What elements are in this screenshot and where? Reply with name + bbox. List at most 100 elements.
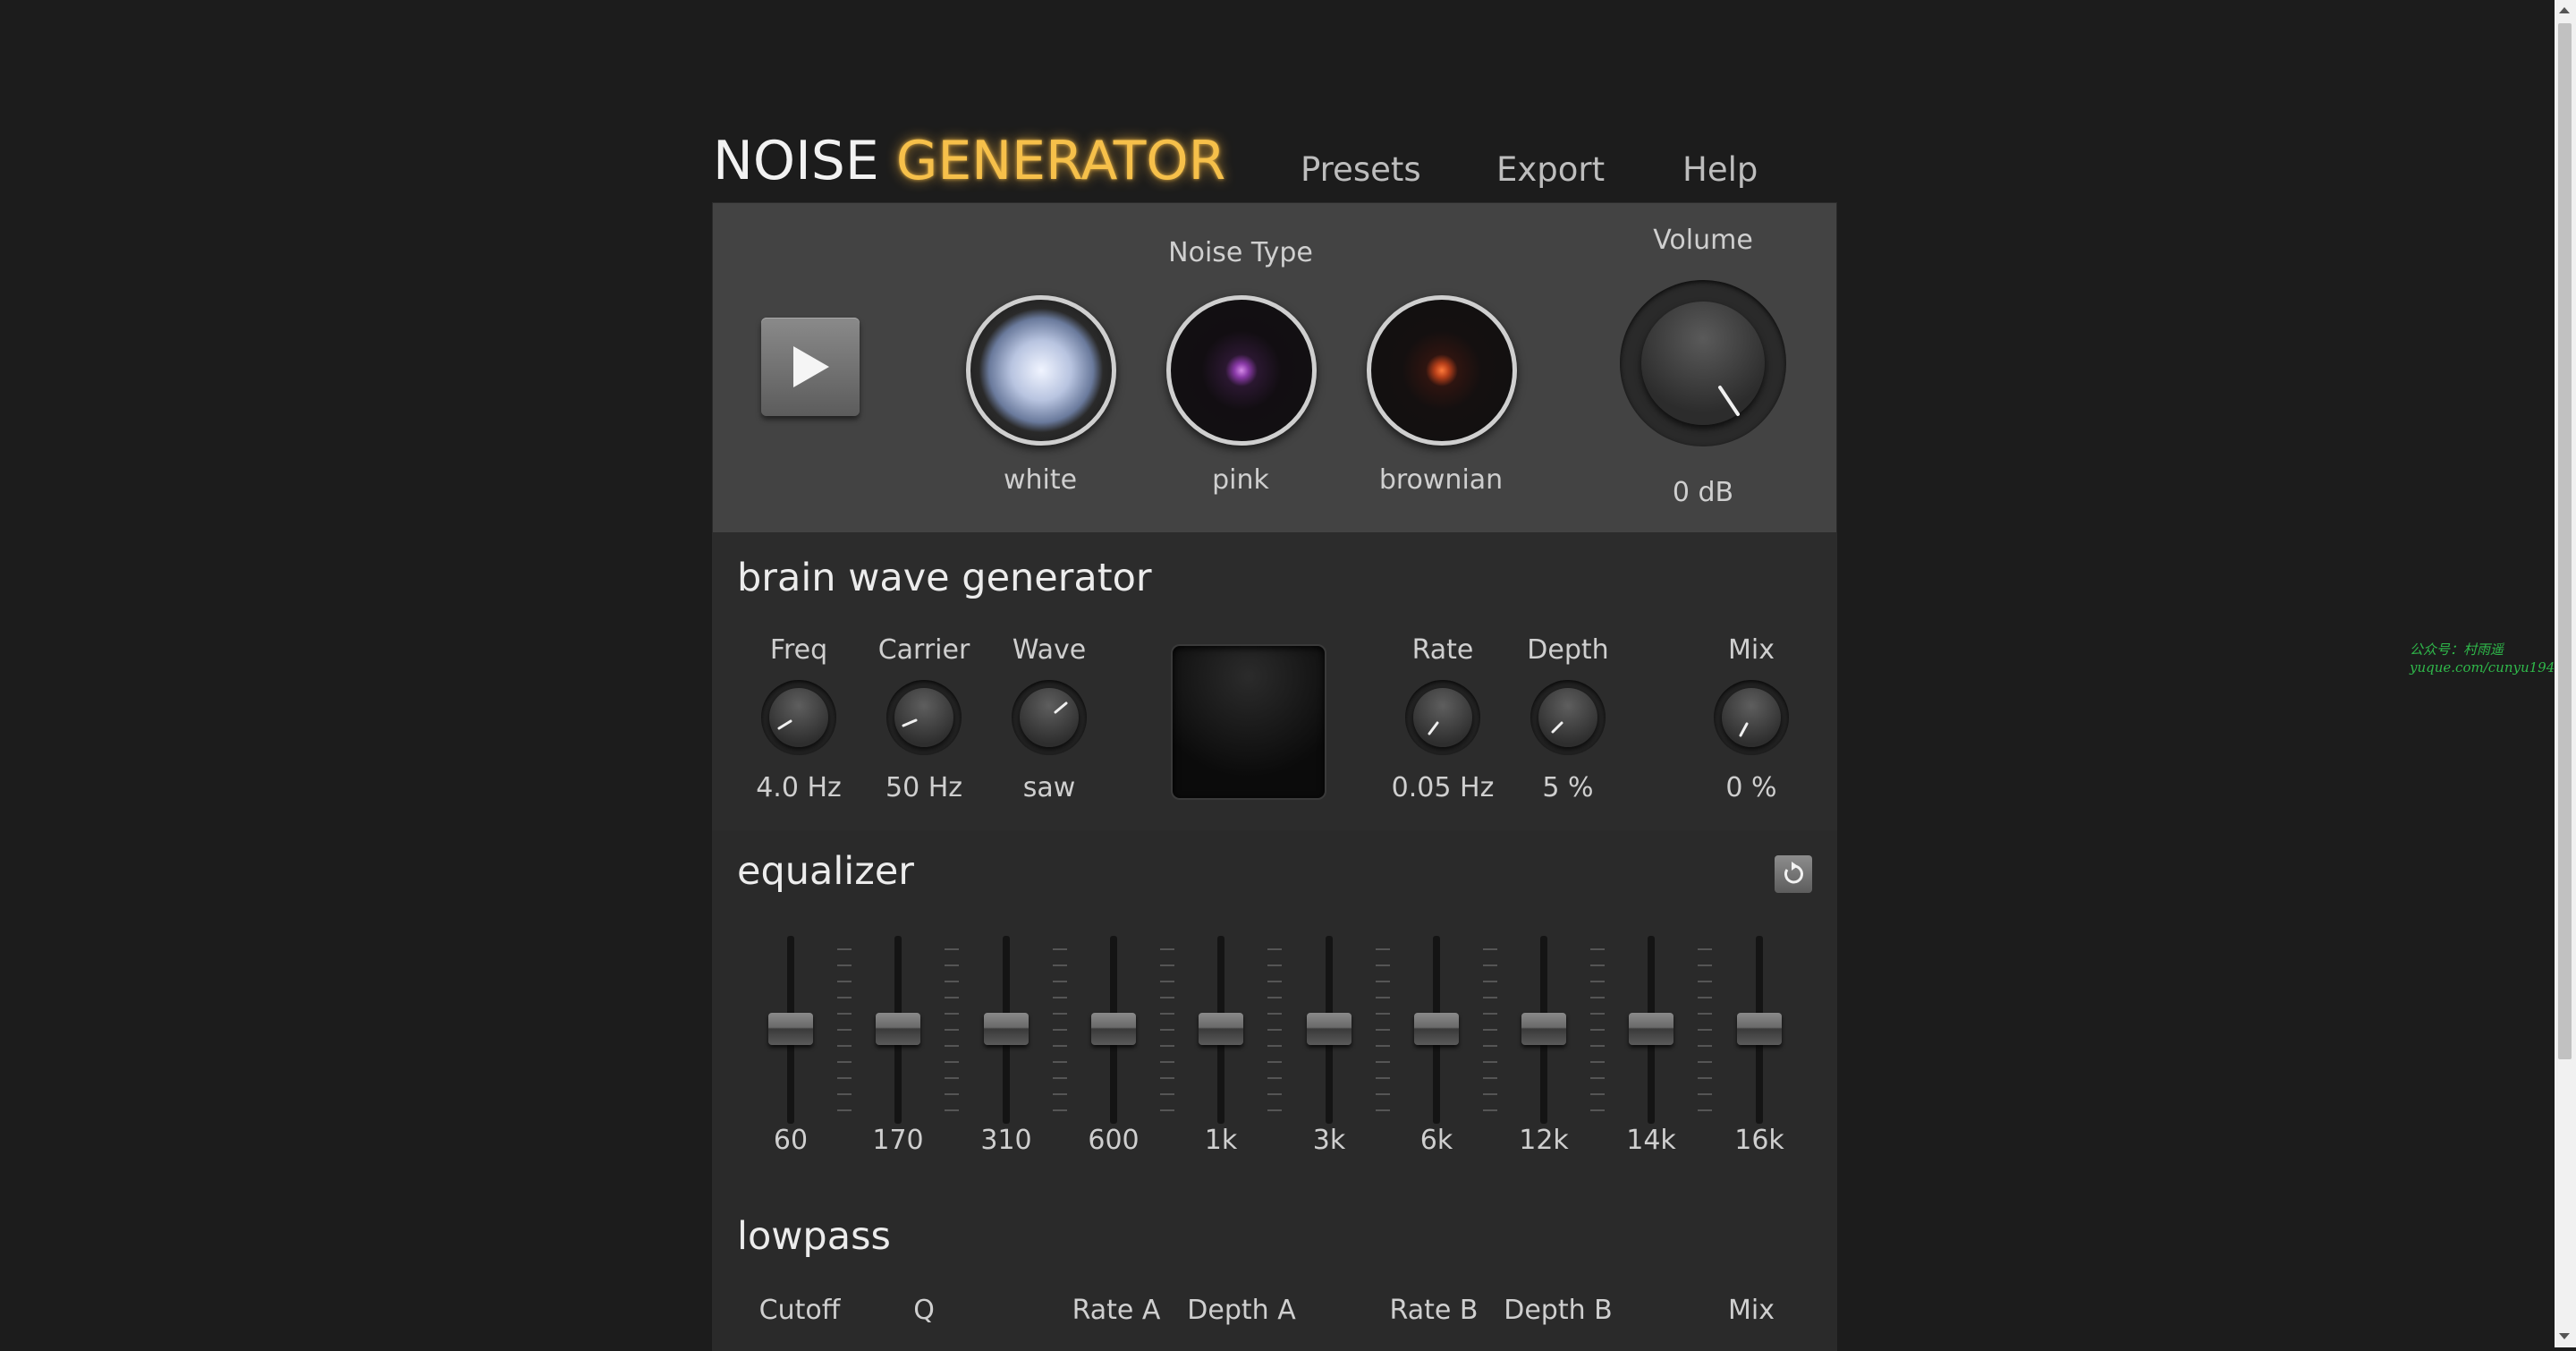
eq-tick [1160, 997, 1174, 998]
eq-tick [1267, 997, 1282, 998]
eq-tick [1483, 1013, 1497, 1015]
eq-tick [1376, 997, 1390, 998]
eq-tick [1698, 981, 1712, 982]
mix-indicator [1739, 722, 1749, 737]
lowpass-mix-label: Mix [1728, 1295, 1775, 1326]
eq-thumb-3k[interactable] [1307, 1013, 1352, 1045]
eq-tick [837, 981, 852, 982]
eq-tick [837, 1093, 852, 1095]
eq-tick [1483, 1109, 1497, 1111]
eq-tick [945, 1077, 959, 1079]
eq-band-label: 60 [773, 1125, 809, 1156]
freq-value: 4.0 Hz [756, 772, 842, 803]
eq-tick [1267, 1077, 1282, 1079]
eq-band-label: 1k [1204, 1125, 1238, 1156]
eq-thumb-16k[interactable] [1737, 1013, 1782, 1045]
eq-thumb-1k[interactable] [1199, 1013, 1243, 1045]
lowpass-panel: lowpass Cutoff Q Rate A Depth A Rate B D… [712, 1199, 1837, 1351]
eq-tick [1483, 1061, 1497, 1063]
wave-knob[interactable] [1012, 680, 1087, 755]
mix-value: 0 % [1725, 772, 1777, 803]
eq-tick [1483, 981, 1497, 982]
eq-reset-button[interactable] [1775, 855, 1812, 893]
eq-thumb-170[interactable] [876, 1013, 920, 1045]
eq-band-label: 6k [1419, 1125, 1453, 1156]
eq-band-label: 3k [1312, 1125, 1346, 1156]
volume-knob[interactable] [1620, 280, 1786, 446]
eq-tick [1267, 1093, 1282, 1095]
eq-tick [1376, 981, 1390, 982]
rate-knob[interactable] [1405, 680, 1480, 755]
eq-tick [1698, 1061, 1712, 1063]
mix-knob[interactable] [1714, 680, 1789, 755]
carrier-knob[interactable] [886, 680, 962, 755]
wave-label: Wave [1012, 634, 1087, 666]
eq-thumb-310[interactable] [984, 1013, 1029, 1045]
freq-indicator [777, 719, 792, 730]
eq-band-label: 16k [1734, 1125, 1784, 1156]
cutoff-label: Cutoff [758, 1295, 841, 1326]
eq-tick [1267, 964, 1282, 966]
depth-a-label: Depth A [1187, 1295, 1296, 1326]
eq-tick [1053, 1013, 1067, 1015]
eq-tick [1483, 964, 1497, 966]
nav-presets[interactable]: Presets [1301, 149, 1421, 191]
eq-tick [837, 948, 852, 950]
eq-tick [1483, 1077, 1497, 1079]
eq-thumb-6k[interactable] [1414, 1013, 1459, 1045]
title-accent: GENERATOR [895, 130, 1226, 192]
eq-tick [1376, 948, 1390, 950]
eq-tick [1698, 1093, 1712, 1095]
eq-tick [1590, 964, 1605, 966]
eq-tick [1590, 1029, 1605, 1031]
scroll-down-arrow-icon[interactable] [2559, 1333, 2570, 1339]
eq-thumb-14k[interactable] [1629, 1013, 1674, 1045]
volume-value: 0 dB [1672, 477, 1734, 508]
eq-band-label: 14k [1626, 1125, 1676, 1156]
noise-pink-button[interactable] [1166, 295, 1317, 446]
nav-export[interactable]: Export [1496, 149, 1605, 191]
eq-tick [1053, 1109, 1067, 1111]
eq-tick [945, 964, 959, 966]
eq-tick [945, 997, 959, 998]
brainwave-title: brain wave generator [737, 556, 1152, 600]
scroll-up-arrow-icon[interactable] [2559, 7, 2570, 13]
eq-tick [1053, 948, 1067, 950]
eq-tick [1267, 1013, 1282, 1015]
eq-tick [1376, 1029, 1390, 1031]
eq-thumb-600[interactable] [1091, 1013, 1136, 1045]
eq-tick [1053, 1045, 1067, 1047]
waveform-display [1171, 644, 1326, 800]
eq-tick [837, 1029, 852, 1031]
eq-thumb-12k[interactable] [1521, 1013, 1566, 1045]
eq-tick [945, 1093, 959, 1095]
eq-tick [1376, 1077, 1390, 1079]
eq-tick [1698, 997, 1712, 998]
noise-white-button[interactable] [966, 295, 1116, 446]
wave-indicator [1054, 701, 1068, 714]
eq-tick [1160, 1109, 1174, 1111]
eq-tick [945, 1045, 959, 1047]
eq-tick [1160, 1045, 1174, 1047]
noise-pink-label: pink [1212, 464, 1269, 496]
eq-tick [1698, 1013, 1712, 1015]
wave-value: saw [1022, 772, 1076, 803]
reset-icon [1784, 862, 1803, 884]
depth-indicator [1551, 721, 1563, 734]
eq-tick [1376, 1045, 1390, 1047]
eq-tick [837, 964, 852, 966]
eq-tick [1267, 1045, 1282, 1047]
depth-knob[interactable] [1530, 680, 1606, 755]
eq-tick [1053, 997, 1067, 998]
play-button[interactable] [761, 318, 860, 416]
lowpass-title: lowpass [737, 1214, 891, 1259]
eq-tick [837, 1109, 852, 1111]
eq-tick [837, 997, 852, 998]
noise-brownian-button[interactable] [1367, 295, 1517, 446]
freq-knob[interactable] [761, 680, 836, 755]
freq-label: Freq [769, 634, 828, 666]
eq-thumb-60[interactable] [768, 1013, 813, 1045]
scrollbar-thumb[interactable] [2558, 23, 2572, 1059]
eq-tick [945, 948, 959, 950]
nav-help[interactable]: Help [1682, 149, 1758, 191]
